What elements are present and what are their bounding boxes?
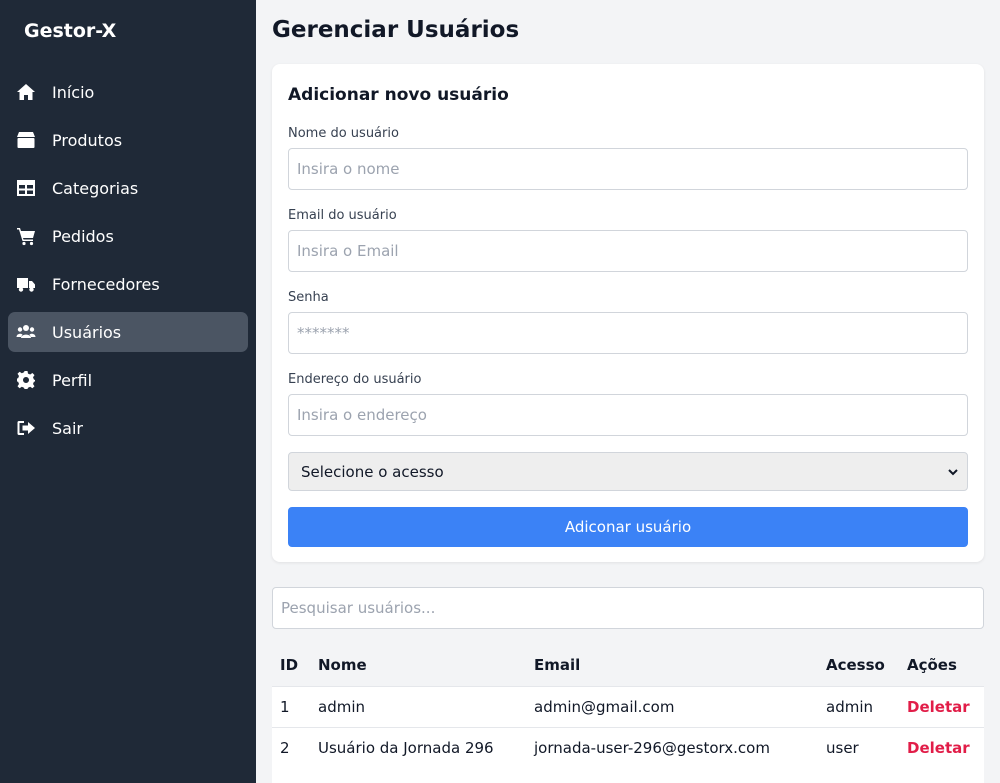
brand-logo: Gestor-X	[24, 20, 117, 42]
access-select-value: Selecione o acesso	[301, 462, 444, 481]
cell-id: 1	[272, 685, 310, 727]
sidebar-item-label: Pedidos	[52, 226, 114, 246]
sidebar-item-sair[interactable]: Sair	[8, 408, 248, 448]
column-header-name: Nome	[318, 656, 367, 675]
column-header-access: Acesso	[826, 656, 885, 675]
cart-icon	[16, 226, 36, 246]
email-input[interactable]	[288, 230, 968, 272]
sidebar-nav: Início Produtos Categorias Pedidos Forne…	[8, 72, 248, 456]
gear-icon	[16, 370, 36, 390]
cell-email: admin@gmail.com	[526, 685, 818, 727]
password-label: Senha	[288, 290, 329, 305]
sidebar-item-label: Sair	[52, 418, 83, 438]
sidebar-item-pedidos[interactable]: Pedidos	[8, 216, 248, 256]
main-content: Gerenciar Usuários Adicionar novo usuári…	[256, 0, 1000, 783]
sidebar-item-label: Início	[52, 82, 95, 102]
email-label: Email do usuário	[288, 208, 397, 223]
sign-out-icon	[16, 418, 36, 438]
sidebar-item-label: Usuários	[52, 322, 122, 342]
cell-email: jornada-user-296@gestorx.com	[526, 726, 818, 768]
users-table: ID Nome Email Acesso Ações 1 admin admin…	[272, 645, 984, 783]
sidebar-item-label: Produtos	[52, 130, 123, 150]
search-input[interactable]	[272, 587, 984, 629]
table-icon	[16, 178, 36, 198]
access-select[interactable]: Selecione o acesso	[288, 452, 968, 491]
add-user-form: Adicionar novo usuário Nome do usuário E…	[272, 64, 984, 562]
sidebar-item-perfil[interactable]: Perfil	[8, 360, 248, 400]
sidebar-item-fornecedores[interactable]: Fornecedores	[8, 264, 248, 304]
password-input[interactable]	[288, 312, 968, 354]
address-input[interactable]	[288, 394, 968, 436]
address-label: Endereço do usuário	[288, 372, 422, 387]
home-icon	[16, 82, 36, 102]
name-input[interactable]	[288, 148, 968, 190]
add-user-button[interactable]: Adiconar usuário	[288, 507, 968, 547]
cell-access: user	[818, 726, 899, 768]
table-header-row: ID Nome Email Acesso Ações	[272, 645, 984, 686]
form-title: Adicionar novo usuário	[288, 85, 509, 105]
sidebar: Gestor-X Início Produtos Categorias Pedi…	[0, 0, 256, 783]
delete-button[interactable]: Deletar	[907, 739, 970, 757]
chevron-down-icon	[947, 466, 959, 478]
users-icon	[16, 322, 36, 342]
sidebar-item-usuarios[interactable]: Usuários	[8, 312, 248, 352]
sidebar-item-label: Perfil	[52, 370, 93, 390]
cell-name: Usuário da Jornada 296	[310, 726, 526, 768]
page-title: Gerenciar Usuários	[272, 17, 520, 43]
table-row: 1 admin admin@gmail.com admin Deletar	[272, 685, 984, 727]
cell-access: admin	[818, 685, 899, 727]
truck-icon	[16, 274, 36, 294]
delete-button[interactable]: Deletar	[907, 698, 970, 716]
table-row: 2 Usuário da Jornada 296 jornada-user-29…	[272, 726, 984, 768]
cell-actions: Deletar	[899, 685, 984, 727]
cell-name: admin	[310, 685, 526, 727]
sidebar-item-categorias[interactable]: Categorias	[8, 168, 248, 208]
column-header-actions: Ações	[907, 656, 957, 675]
sidebar-item-label: Categorias	[52, 178, 139, 198]
sidebar-item-produtos[interactable]: Produtos	[8, 120, 248, 160]
name-label: Nome do usuário	[288, 126, 399, 141]
cell-actions: Deletar	[899, 726, 984, 768]
cell-id: 2	[272, 726, 310, 768]
column-header-id: ID	[280, 656, 299, 675]
box-icon	[16, 130, 36, 150]
sidebar-item-inicio[interactable]: Início	[8, 72, 248, 112]
sidebar-item-label: Fornecedores	[52, 274, 160, 294]
column-header-email: Email	[534, 656, 581, 675]
